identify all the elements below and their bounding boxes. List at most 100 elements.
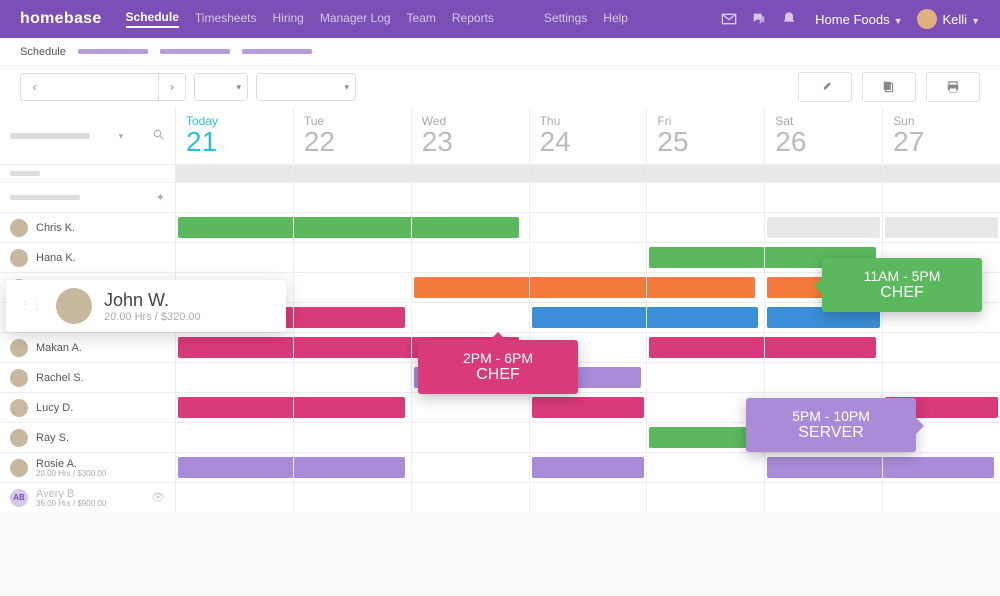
filter-select-2[interactable] xyxy=(256,73,356,101)
shift-bar[interactable] xyxy=(532,397,645,418)
day-header-today[interactable]: Today21 xyxy=(175,108,293,164)
filter-select-1[interactable] xyxy=(194,73,248,101)
shift-cell[interactable] xyxy=(529,452,647,482)
shift-cell[interactable] xyxy=(529,212,647,242)
date-range[interactable] xyxy=(48,73,158,101)
shift-popup-pink[interactable]: 2PM - 6PM CHEF xyxy=(418,340,578,394)
shift-cell[interactable] xyxy=(882,452,1000,482)
day-header[interactable]: Sat26 xyxy=(764,108,882,164)
shift-cell[interactable] xyxy=(293,272,411,302)
shift-cell[interactable] xyxy=(529,392,647,422)
shift-cell[interactable] xyxy=(646,362,764,392)
shift-cell[interactable] xyxy=(764,212,882,242)
shift-cell[interactable] xyxy=(411,212,529,242)
nav-reports[interactable]: Reports xyxy=(452,11,494,27)
employee-row[interactable]: Hana K. xyxy=(0,242,175,272)
shift-cell[interactable] xyxy=(646,482,764,512)
shift-popup-green[interactable]: 11AM - 5PM CHEF xyxy=(822,258,982,312)
nav-managerlog[interactable]: Manager Log xyxy=(320,11,391,27)
tab-placeholder[interactable] xyxy=(242,49,312,54)
mail-icon[interactable] xyxy=(721,11,737,27)
shift-cell[interactable] xyxy=(882,482,1000,512)
nav-settings[interactable]: Settings xyxy=(544,11,587,27)
next-button[interactable]: › xyxy=(158,73,186,101)
shift-cell[interactable] xyxy=(175,482,293,512)
employee-row[interactable]: Rosie A.20.00 Hrs / $300.00 xyxy=(0,452,175,482)
day-header[interactable]: Wed23 xyxy=(411,108,529,164)
shift-cell[interactable] xyxy=(529,422,647,452)
shift-cell[interactable] xyxy=(646,212,764,242)
shift-cell[interactable] xyxy=(529,242,647,272)
employee-detail-popup[interactable]: ⋮⋮ John W. 20.00 Hrs / $320.00 xyxy=(6,280,286,332)
shift-cell[interactable] xyxy=(175,452,293,482)
shift-cell[interactable] xyxy=(411,392,529,422)
shift-cell[interactable] xyxy=(411,272,529,302)
shift-cell[interactable] xyxy=(293,482,411,512)
nav-schedule[interactable]: Schedule xyxy=(126,10,179,28)
tab-placeholder[interactable] xyxy=(78,49,148,54)
shift-cell[interactable] xyxy=(529,482,647,512)
bell-icon[interactable] xyxy=(781,11,797,27)
shift-cell[interactable] xyxy=(175,212,293,242)
shift-cell[interactable] xyxy=(175,422,293,452)
shift-cell[interactable] xyxy=(175,182,293,212)
visibility-icon[interactable]: 👁 xyxy=(151,491,165,504)
shift-cell[interactable] xyxy=(175,242,293,272)
print-button[interactable] xyxy=(926,72,980,102)
shift-cell[interactable] xyxy=(529,302,647,332)
shift-cell[interactable] xyxy=(529,182,647,212)
shift-cell[interactable] xyxy=(293,212,411,242)
shift-cell[interactable] xyxy=(293,302,411,332)
shift-cell[interactable] xyxy=(764,332,882,362)
shift-bar[interactable] xyxy=(532,457,645,478)
shift-cell[interactable] xyxy=(293,332,411,362)
shift-cell[interactable] xyxy=(175,392,293,422)
employee-row[interactable]: Chris K. xyxy=(0,212,175,242)
shift-cell[interactable] xyxy=(411,242,529,272)
employee-row[interactable]: ABAvery B36.00 Hrs / $900.00👁 xyxy=(0,482,175,512)
day-header[interactable]: Fri25 xyxy=(646,108,764,164)
day-header[interactable]: Thu24 xyxy=(529,108,647,164)
shift-cell[interactable] xyxy=(411,422,529,452)
shift-cell[interactable] xyxy=(411,482,529,512)
shift-cell[interactable] xyxy=(411,452,529,482)
tab-placeholder[interactable] xyxy=(160,49,230,54)
shift-cell[interactable] xyxy=(293,362,411,392)
shift-cell[interactable] xyxy=(882,332,1000,362)
sort-dropdown[interactable]: ▾ xyxy=(119,131,124,142)
shift-cell[interactable] xyxy=(646,272,764,302)
nav-timesheets[interactable]: Timesheets xyxy=(195,11,257,27)
shift-cell[interactable] xyxy=(293,182,411,212)
shift-cell[interactable] xyxy=(882,362,1000,392)
shift-cell[interactable] xyxy=(175,332,293,362)
user-menu[interactable]: Kelli▼ xyxy=(943,12,981,27)
employee-row[interactable]: Lucy D. xyxy=(0,392,175,422)
employee-row[interactable]: Makan A. xyxy=(0,332,175,362)
search-icon[interactable] xyxy=(152,128,165,144)
shift-cell[interactable] xyxy=(293,242,411,272)
employee-row[interactable]: Ray S. xyxy=(0,422,175,452)
shift-cell[interactable] xyxy=(882,182,1000,212)
shift-cell[interactable] xyxy=(646,302,764,332)
day-header[interactable]: Sun27 xyxy=(882,108,1000,164)
shift-cell[interactable] xyxy=(764,182,882,212)
nav-help[interactable]: Help xyxy=(603,11,628,27)
shift-bar[interactable] xyxy=(767,217,880,238)
nav-hiring[interactable]: Hiring xyxy=(272,11,303,27)
shift-cell[interactable] xyxy=(646,452,764,482)
nav-team[interactable]: Team xyxy=(407,11,436,27)
shift-cell[interactable] xyxy=(411,302,529,332)
shift-cell[interactable] xyxy=(764,482,882,512)
prev-button[interactable]: ‹ xyxy=(20,73,48,101)
drag-handle-icon[interactable]: ⋮⋮ xyxy=(20,303,44,309)
tools-button[interactable] xyxy=(798,72,852,102)
day-header[interactable]: Tue22 xyxy=(293,108,411,164)
magic-wand-icon[interactable]: ✦ xyxy=(156,191,165,204)
copy-button[interactable] xyxy=(862,72,916,102)
shift-cell[interactable] xyxy=(175,362,293,392)
avatar[interactable] xyxy=(917,9,937,29)
chat-icon[interactable] xyxy=(751,11,767,27)
employee-row[interactable]: Rachel S. xyxy=(0,362,175,392)
shift-cell[interactable] xyxy=(764,362,882,392)
shift-cell[interactable] xyxy=(764,452,882,482)
